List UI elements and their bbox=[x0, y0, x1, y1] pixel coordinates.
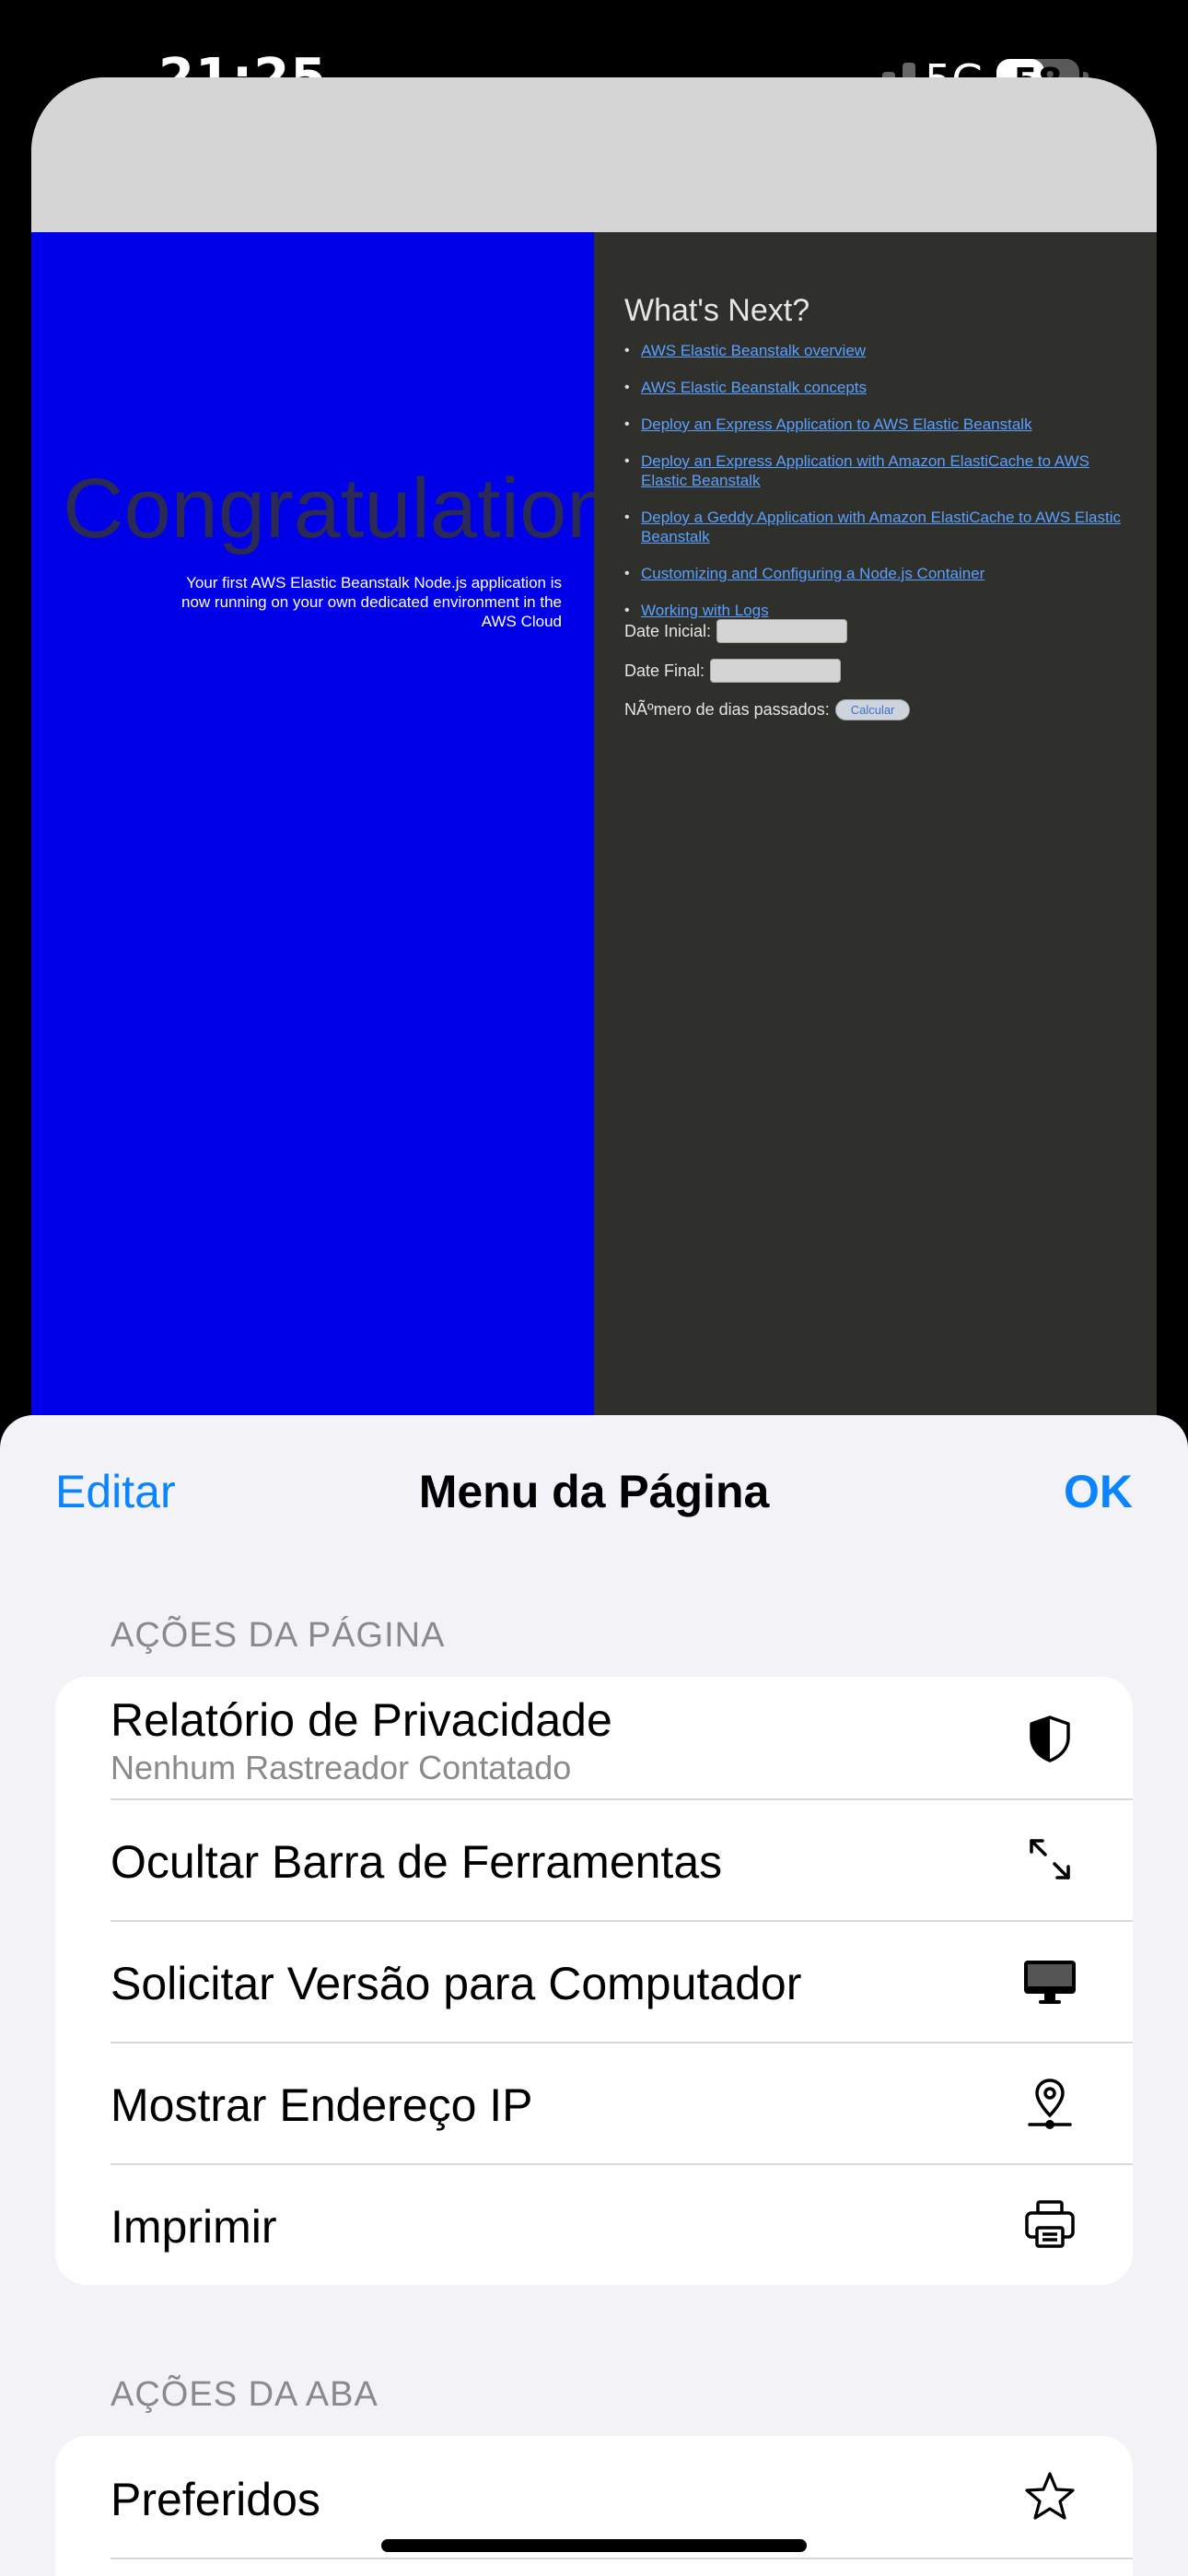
date-initial-row: Date Inicial: bbox=[624, 619, 848, 643]
congrats-heading: Congratulations bbox=[63, 462, 657, 556]
privacy-report-sublabel: Nenhum Rastreador Contatado bbox=[111, 1749, 572, 1786]
calcular-button[interactable]: Calcular bbox=[834, 699, 911, 720]
print-row[interactable]: Imprimir bbox=[55, 2163, 1133, 2285]
show-ip-row[interactable]: Mostrar Endereço IP bbox=[55, 2042, 1133, 2163]
star-icon bbox=[1025, 2472, 1075, 2520]
date-final-input[interactable] bbox=[710, 659, 842, 683]
show-ip-label: Mostrar Endereço IP bbox=[111, 2079, 533, 2131]
left-pane: Congratulations Your first AWS Elastic B… bbox=[31, 232, 656, 1441]
edit-button[interactable]: Editar bbox=[55, 1465, 176, 1518]
privacy-report-row[interactable]: Relatório de Privacidade Nenhum Rastread… bbox=[55, 1677, 1133, 1798]
desktop-version-label: Solicitar Versão para Computador bbox=[111, 1958, 802, 2009]
link-deploy-express-elasticache[interactable]: Deploy an Express Application with Amazo… bbox=[641, 452, 1089, 489]
page-actions-header: AÇÕES DA PÁGINA bbox=[111, 1616, 446, 1655]
tab-actions-header: AÇÕES DA ABA bbox=[111, 2375, 379, 2414]
link-beanstalk-concepts[interactable]: AWS Elastic Beanstalk concepts bbox=[641, 379, 867, 396]
link-deploy-geddy[interactable]: Deploy a Geddy Application with Amazon E… bbox=[641, 509, 1121, 545]
printer-icon bbox=[1025, 2200, 1075, 2248]
desktop-icon bbox=[1024, 1961, 1076, 2004]
expand-arrows-icon bbox=[1030, 1839, 1070, 1879]
date-initial-label: Date Inicial: bbox=[624, 621, 712, 640]
list-item: Working with Logs bbox=[624, 601, 1122, 620]
shield-icon bbox=[1030, 1715, 1070, 1762]
list-item: AWS Elastic Beanstalk concepts bbox=[624, 378, 1122, 397]
date-initial-input[interactable] bbox=[716, 619, 848, 643]
list-item: Deploy a Geddy Application with Amazon E… bbox=[624, 508, 1122, 546]
date-final-row: Date Final: bbox=[624, 659, 842, 683]
ok-button[interactable]: OK bbox=[1064, 1465, 1133, 1518]
date-final-label: Date Final: bbox=[624, 661, 705, 680]
link-customizing-container[interactable]: Customizing and Configuring a Node.js Co… bbox=[641, 565, 984, 582]
page-menu-sheet: Menu da Página Editar OK AÇÕES DA PÁGINA… bbox=[0, 1415, 1188, 2576]
location-pin-icon bbox=[1028, 2078, 1072, 2129]
desktop-version-row[interactable]: Solicitar Versão para Computador bbox=[55, 1920, 1133, 2042]
right-pane: What's Next? AWS Elastic Beanstalk overv… bbox=[594, 232, 1157, 1441]
divider bbox=[111, 2558, 1133, 2559]
days-row: NÃºmero de dias passados: Calcular bbox=[624, 699, 911, 720]
hide-toolbar-row[interactable]: Ocultar Barra de Ferramentas bbox=[55, 1798, 1133, 1920]
list-item: Customizing and Configuring a Node.js Co… bbox=[624, 564, 1122, 583]
page-actions-group: Relatório de Privacidade Nenhum Rastread… bbox=[55, 1677, 1133, 2285]
app-message: Your first AWS Elastic Beanstalk Node.js… bbox=[181, 574, 562, 630]
list-item: Deploy an Express Application with Amazo… bbox=[624, 451, 1122, 490]
link-beanstalk-overview[interactable]: AWS Elastic Beanstalk overview bbox=[641, 342, 866, 359]
list-item: AWS Elastic Beanstalk overview bbox=[624, 341, 1122, 360]
link-deploy-express[interactable]: Deploy an Express Application to AWS Ela… bbox=[641, 416, 1032, 433]
whats-next-heading: What's Next? bbox=[624, 293, 810, 328]
privacy-report-label: Relatório de Privacidade bbox=[111, 1694, 612, 1746]
days-label: NÃºmero de dias passados: bbox=[624, 700, 830, 719]
hide-toolbar-label: Ocultar Barra de Ferramentas bbox=[111, 1836, 723, 1888]
link-working-with-logs[interactable]: Working with Logs bbox=[641, 602, 769, 619]
toolbar-area bbox=[31, 77, 1157, 232]
print-label: Imprimir bbox=[111, 2201, 277, 2253]
home-indicator[interactable] bbox=[381, 2539, 807, 2552]
sheet-title: Menu da Página bbox=[418, 1466, 770, 1517]
tab-actions-group: Preferidos bbox=[55, 2436, 1133, 2576]
link-list: AWS Elastic Beanstalk overview AWS Elast… bbox=[624, 341, 1122, 638]
favorites-label: Preferidos bbox=[111, 2474, 320, 2525]
web-page-preview[interactable]: Congratulations Your first AWS Elastic B… bbox=[31, 77, 1157, 1441]
list-item: Deploy an Express Application to AWS Ela… bbox=[624, 415, 1122, 434]
